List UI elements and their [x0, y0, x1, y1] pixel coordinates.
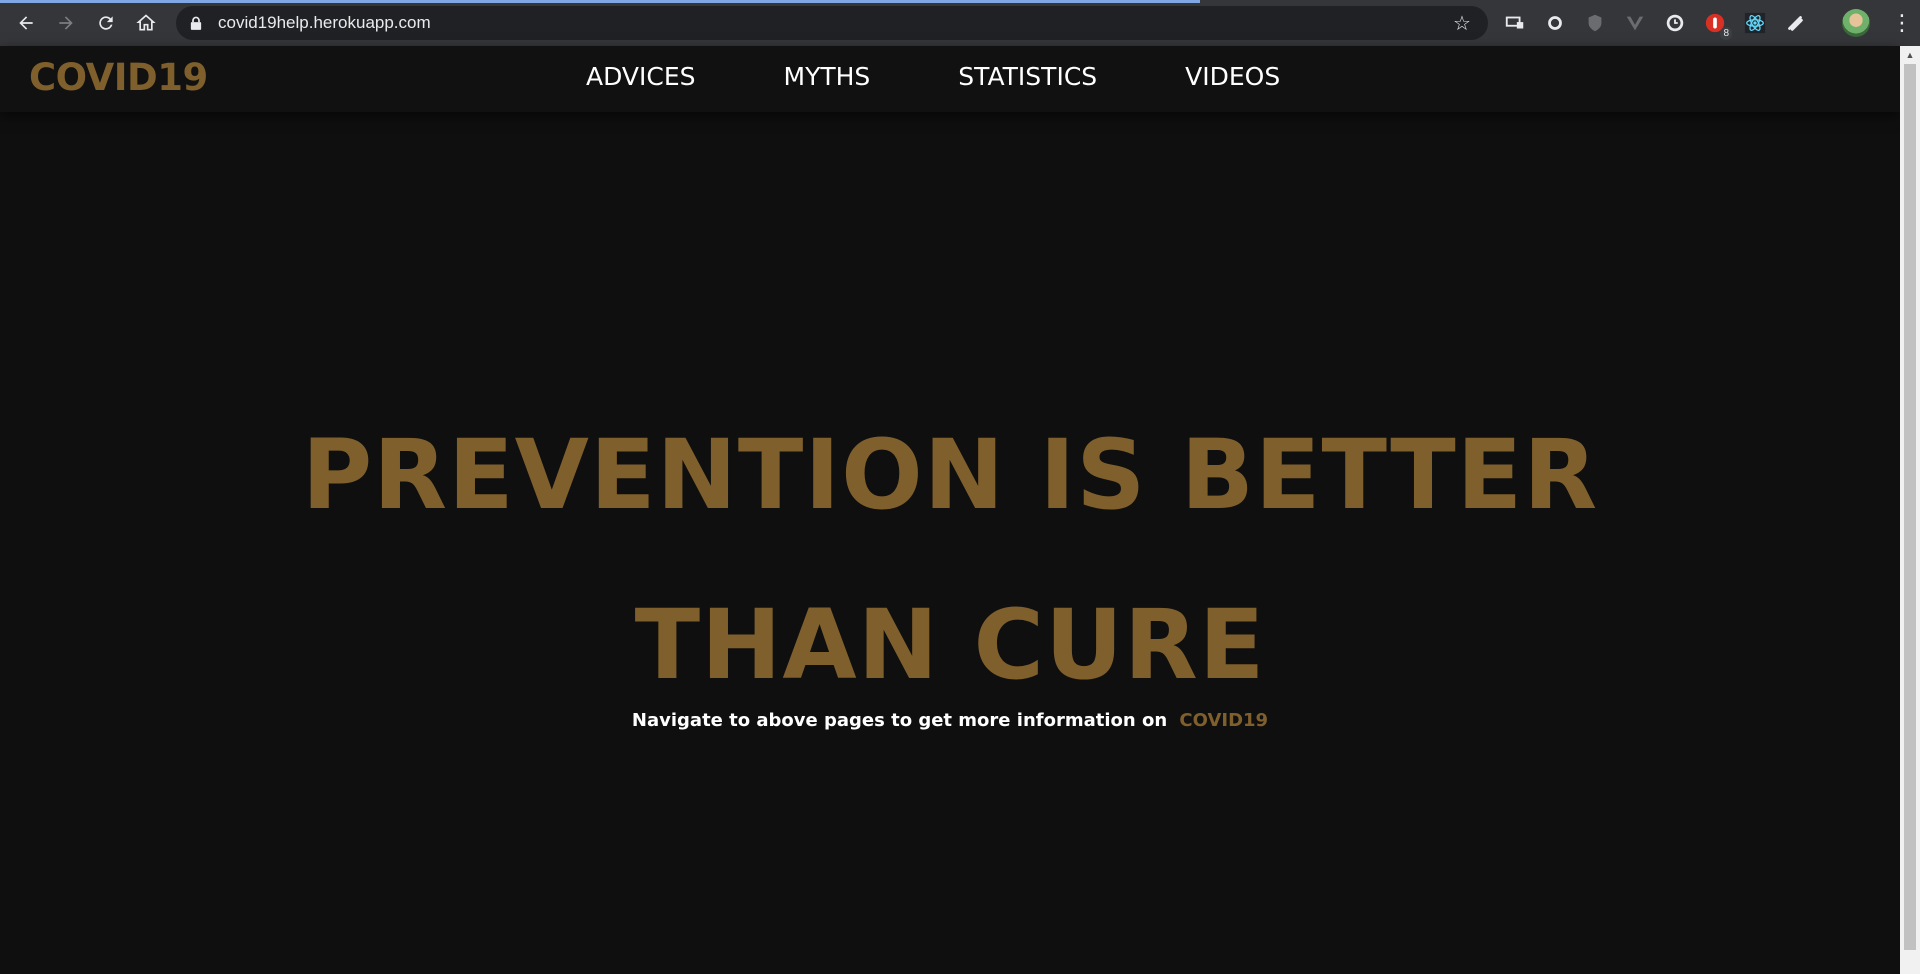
browser-toolbar: covid19help.herokuapp.com ☆ 8 ⋮	[0, 0, 1920, 46]
forward-button[interactable]	[46, 3, 86, 43]
nav-videos[interactable]: VIDEOS	[1185, 62, 1280, 91]
nav-statistics[interactable]: STATISTICS	[958, 62, 1097, 91]
extension-cast-icon[interactable]	[1500, 8, 1530, 38]
extension-shield-icon[interactable]	[1580, 8, 1610, 38]
extensions-tray: 8 ⋮	[1500, 0, 1914, 46]
hero-subtitle-text: Navigate to above pages to get more info…	[631, 710, 1168, 731]
extension-circle-icon[interactable]	[1540, 8, 1570, 38]
extension-red-icon[interactable]: 8	[1700, 8, 1732, 40]
scroll-thumb[interactable]	[1904, 64, 1916, 950]
arrow-right-icon	[59, 16, 73, 30]
arrow-left-icon	[19, 16, 33, 30]
hero-heading-line-2: THAN CURE	[634, 589, 1266, 701]
profile-avatar[interactable]	[1842, 9, 1870, 37]
home-button[interactable]	[126, 3, 166, 43]
site-navbar: COVID19 ADVICES MYTHS STATISTICS VIDEOS	[0, 46, 1900, 112]
extension-badge: 8	[1720, 27, 1732, 40]
lock-icon	[190, 15, 204, 31]
extension-clock-icon[interactable]	[1660, 8, 1690, 38]
address-bar[interactable]: covid19help.herokuapp.com ☆	[176, 6, 1488, 40]
home-icon	[136, 14, 156, 31]
nav-myths[interactable]: MYTHS	[784, 62, 871, 91]
url-text[interactable]: covid19help.herokuapp.com	[218, 13, 1450, 33]
back-button[interactable]	[6, 3, 46, 43]
site-logo[interactable]: COVID19	[29, 56, 208, 99]
reload-button[interactable]	[86, 3, 126, 43]
browser-menu-icon[interactable]: ⋮	[1890, 10, 1914, 36]
hero-heading: PREVENTION IS BETTER THAN CURE	[0, 390, 1900, 730]
extension-react-icon[interactable]	[1740, 8, 1770, 38]
extension-vue-icon[interactable]	[1620, 8, 1650, 38]
page-load-progress	[0, 0, 1200, 3]
bookmark-star-icon[interactable]: ☆	[1450, 11, 1474, 36]
hero-subtitle-accent: COVID19	[1179, 710, 1269, 731]
nav-advices[interactable]: ADVICES	[586, 62, 696, 91]
hero-heading-line-1: PREVENTION IS BETTER	[301, 419, 1599, 531]
main-menu: ADVICES MYTHS STATISTICS VIDEOS	[586, 62, 1280, 91]
scroll-up-arrow-icon[interactable]: ▲	[1900, 46, 1920, 64]
reload-icon	[99, 16, 113, 30]
hero-subtitle: Navigate to above pages to get more info…	[0, 710, 1900, 731]
page-viewport: COVID19 ADVICES MYTHS STATISTICS VIDEOS …	[0, 46, 1900, 974]
extension-magnet-icon[interactable]	[1780, 8, 1810, 38]
vertical-scrollbar[interactable]: ▲	[1900, 46, 1920, 974]
